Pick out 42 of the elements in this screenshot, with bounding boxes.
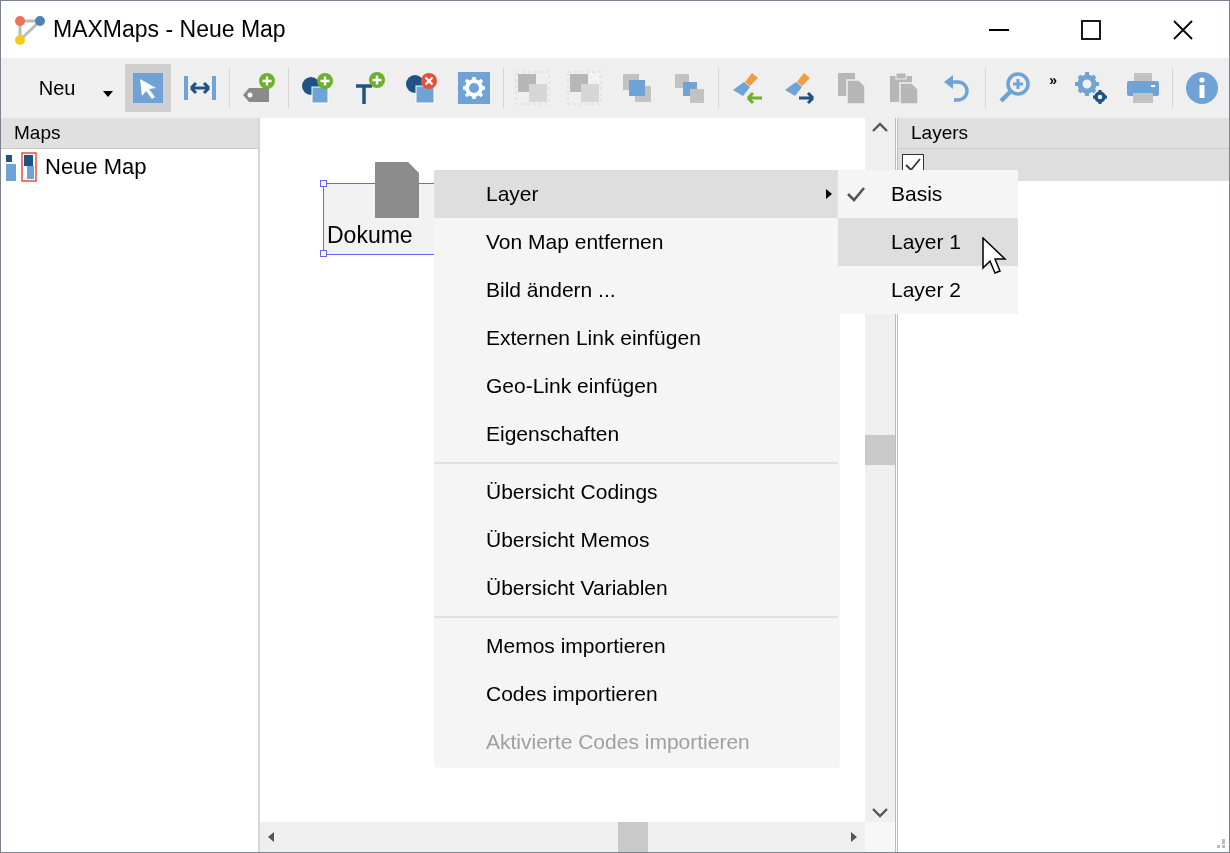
close-icon (1173, 19, 1193, 40)
gears-icon (1073, 70, 1110, 106)
menu-item[interactable]: Codes importieren (434, 670, 838, 718)
selection-handle[interactable] (320, 250, 327, 257)
scroll-right-icon (851, 832, 857, 842)
menu-item[interactable]: Layer 1 (838, 218, 1018, 266)
overflow-chevron-button[interactable]: » (1044, 72, 1063, 88)
caret-icon (103, 91, 114, 97)
menu-item[interactable]: Eigenschaften (434, 410, 838, 458)
resize-grip-icon (1216, 839, 1226, 849)
maximize-icon (1081, 19, 1101, 40)
printer-icon (1125, 70, 1162, 106)
ungroup-icon (567, 70, 604, 106)
group-icon (515, 70, 552, 106)
horizontal-scrollbar[interactable] (260, 822, 865, 852)
menu-item[interactable]: Übersicht Memos (434, 516, 838, 564)
info-icon (1184, 70, 1221, 106)
scroll-down-icon (871, 808, 889, 818)
scroll-thumb[interactable] (617, 822, 648, 852)
mouse-cursor-icon (982, 237, 1008, 275)
panel-header: Maps (1, 118, 258, 149)
menu-item[interactable]: Externen Link einfügen (434, 314, 838, 362)
scroll-thumb[interactable] (865, 435, 895, 465)
gear-icon (456, 70, 493, 106)
menu-item[interactable]: Bild ändern ... (434, 266, 838, 314)
menu-item[interactable]: Geo-Link einfügen (434, 362, 838, 410)
map-icon (5, 152, 37, 182)
scroll-left-icon (268, 832, 274, 842)
new-dropdown-button[interactable]: Neu (13, 63, 122, 113)
menu-item[interactable]: Memos importieren (434, 622, 838, 670)
scroll-up-icon (871, 122, 889, 132)
panel-header: Layers (898, 118, 1229, 149)
menu-item[interactable]: Übersicht Codings (434, 468, 838, 516)
menu-item[interactable]: Basis (838, 170, 1018, 218)
menu-item[interactable]: Layer (434, 170, 838, 218)
document-icon (375, 162, 419, 218)
menu-item[interactable]: Übersicht Variablen (434, 564, 838, 612)
menu-item[interactable]: Layer 2 (838, 266, 1018, 314)
selection-handle[interactable] (320, 180, 327, 187)
tree-item[interactable]: Neue Map (1, 149, 258, 185)
window-title: MAXMaps - Neue Map (53, 16, 287, 43)
minimize-icon (989, 28, 1009, 31)
